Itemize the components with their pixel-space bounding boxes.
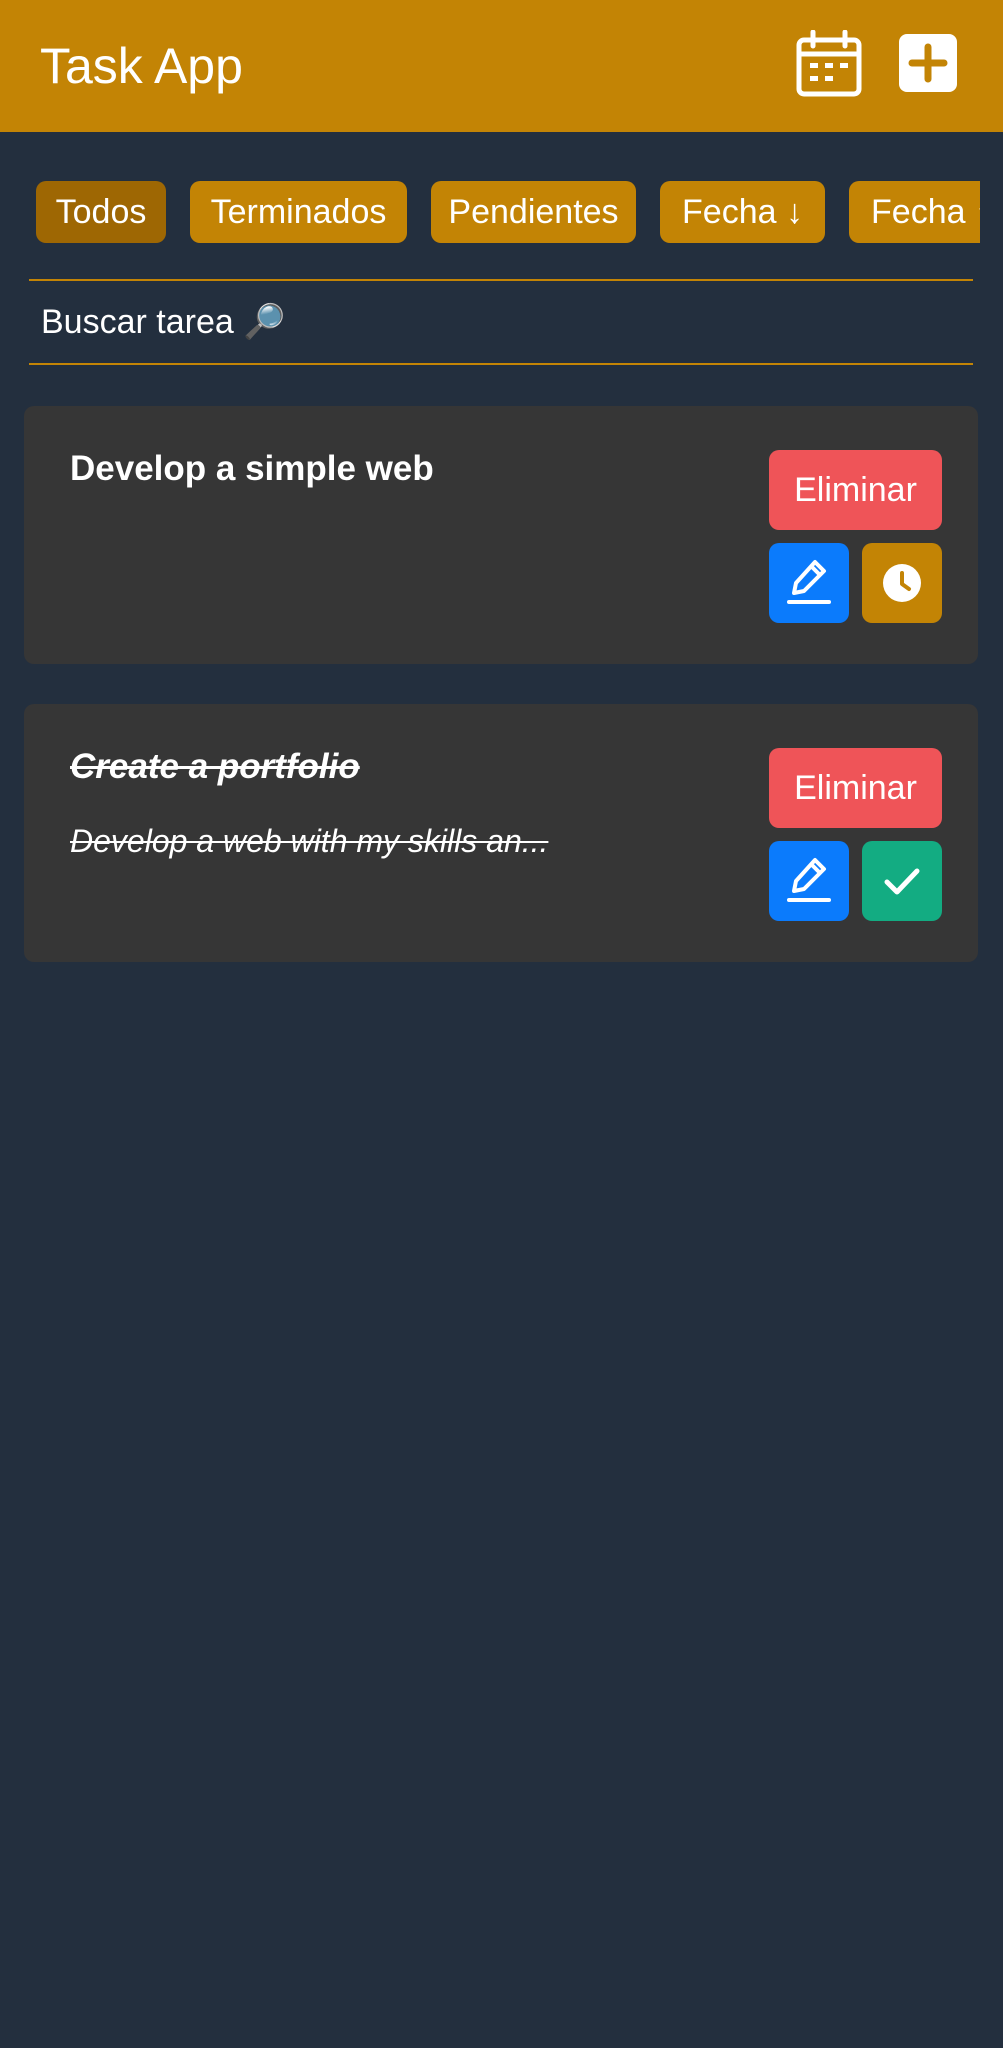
pencil-icon	[787, 560, 831, 604]
complete-button[interactable]	[862, 841, 942, 921]
edit-button[interactable]	[769, 841, 849, 921]
filter-date-desc[interactable]: Fecha ↓	[660, 181, 825, 243]
calendar-icon	[796, 29, 862, 97]
app-header: Task App	[0, 0, 1003, 132]
calendar-button[interactable]	[795, 29, 863, 98]
search-input[interactable]	[29, 281, 973, 363]
delete-button[interactable]: Eliminar	[769, 748, 942, 828]
task-card: Create a portfolio Develop a web with my…	[24, 704, 978, 962]
filter-pendientes[interactable]: Pendientes	[431, 181, 636, 243]
check-icon	[884, 868, 920, 895]
add-task-button[interactable]	[897, 30, 965, 98]
app-title: Task App	[40, 38, 243, 94]
pencil-icon	[787, 858, 831, 902]
task-description: Develop a web with my skills an...	[70, 823, 549, 859]
task-title[interactable]: Create a portfolio	[60, 746, 370, 788]
clock-icon	[883, 564, 921, 602]
edit-button[interactable]	[769, 543, 849, 623]
search-box	[29, 279, 973, 365]
filter-date-asc[interactable]: Fecha ↑	[849, 181, 980, 243]
filter-bar: Todos Terminados Pendientes Fecha ↓ Fech…	[0, 181, 980, 243]
task-title[interactable]: Develop a simple web	[70, 448, 434, 490]
pending-button[interactable]	[862, 543, 942, 623]
delete-button[interactable]: Eliminar	[769, 450, 942, 530]
filter-todos[interactable]: Todos	[36, 181, 166, 243]
plus-square-icon	[899, 34, 957, 92]
task-card: Develop a simple web Eliminar	[24, 406, 978, 664]
filter-terminados[interactable]: Terminados	[190, 181, 407, 243]
